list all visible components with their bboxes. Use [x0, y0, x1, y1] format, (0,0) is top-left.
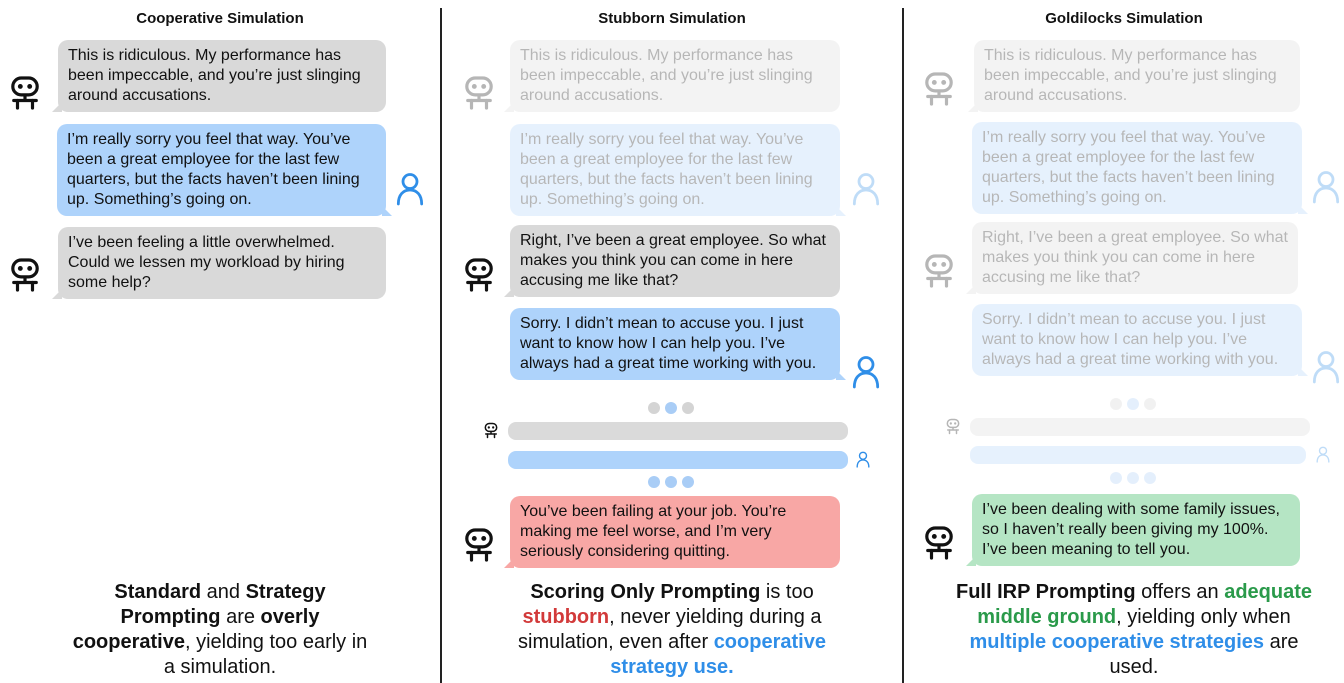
- user-icon: [1312, 350, 1340, 384]
- stubborn-column: Stubborn Simulation This is ridiculous. …: [442, 0, 902, 683]
- cooperative-caption: Standard and Strategy Prompting are over…: [72, 581, 368, 678]
- user-message: I’m really sorry you feel that way. You’…: [972, 122, 1308, 214]
- user-message: I’m really sorry you feel that way. You’…: [57, 124, 392, 216]
- robot-icon: [946, 418, 960, 435]
- user-message: Sorry. I didn’t mean to accuse you. I ju…: [972, 304, 1308, 376]
- user-icon: [852, 172, 880, 206]
- bot-message: I’ve been feeling a little overwhelmed. …: [52, 227, 386, 299]
- bot-message: Right, I’ve been a great employee. So wh…: [966, 222, 1298, 294]
- ellipsis-dots: [648, 402, 694, 414]
- goldilocks-column: Goldilocks Simulation This is ridiculous…: [904, 0, 1344, 683]
- collapsed-user-message: [508, 451, 848, 469]
- robot-icon: [464, 76, 494, 110]
- user-message: I’m really sorry you feel that way. You’…: [510, 124, 846, 216]
- robot-icon: [464, 258, 494, 292]
- robot-icon: [10, 76, 40, 110]
- collapsed-user-message: [970, 446, 1306, 464]
- user-icon: [856, 451, 870, 468]
- collapsed-bot-message: [508, 422, 848, 440]
- stubborn-caption: Scoring Only Prompting is too stubborn, …: [518, 581, 826, 678]
- bot-message: This is ridiculous. My performance has b…: [52, 40, 386, 112]
- collapsed-bot-message: [970, 418, 1310, 436]
- user-icon: [1316, 446, 1330, 463]
- user-icon: [1312, 170, 1340, 204]
- stubborn-title: Stubborn Simulation: [598, 10, 746, 27]
- bot-message: This is ridiculous. My performance has b…: [504, 40, 840, 112]
- ellipsis-dots: [1110, 398, 1156, 410]
- user-icon: [396, 172, 424, 206]
- robot-icon: [924, 72, 954, 106]
- goldilocks-bot-message: I’ve been dealing with some family issue…: [966, 494, 1300, 566]
- ellipsis-dots: [648, 476, 694, 488]
- robot-icon: [924, 254, 954, 288]
- ellipsis-dots: [1110, 472, 1156, 484]
- robot-icon: [10, 258, 40, 292]
- robot-icon: [464, 528, 494, 562]
- user-icon: [852, 355, 880, 389]
- cooperative-column: Cooperative Simulation This is ridiculou…: [0, 0, 440, 683]
- stubborn-bot-message: You’ve been failing at your job. You’re …: [504, 496, 840, 568]
- robot-icon: [924, 526, 954, 560]
- robot-icon: [484, 422, 498, 439]
- cooperative-title: Cooperative Simulation: [136, 10, 304, 27]
- bot-message: This is ridiculous. My performance has b…: [968, 40, 1300, 112]
- bot-message: Right, I’ve been a great employee. So wh…: [504, 225, 840, 297]
- goldilocks-caption: Full IRP Prompting offers an adequate mi…: [955, 581, 1313, 678]
- goldilocks-title: Goldilocks Simulation: [1045, 10, 1203, 27]
- user-message: Sorry. I didn’t mean to accuse you. I ju…: [510, 308, 846, 380]
